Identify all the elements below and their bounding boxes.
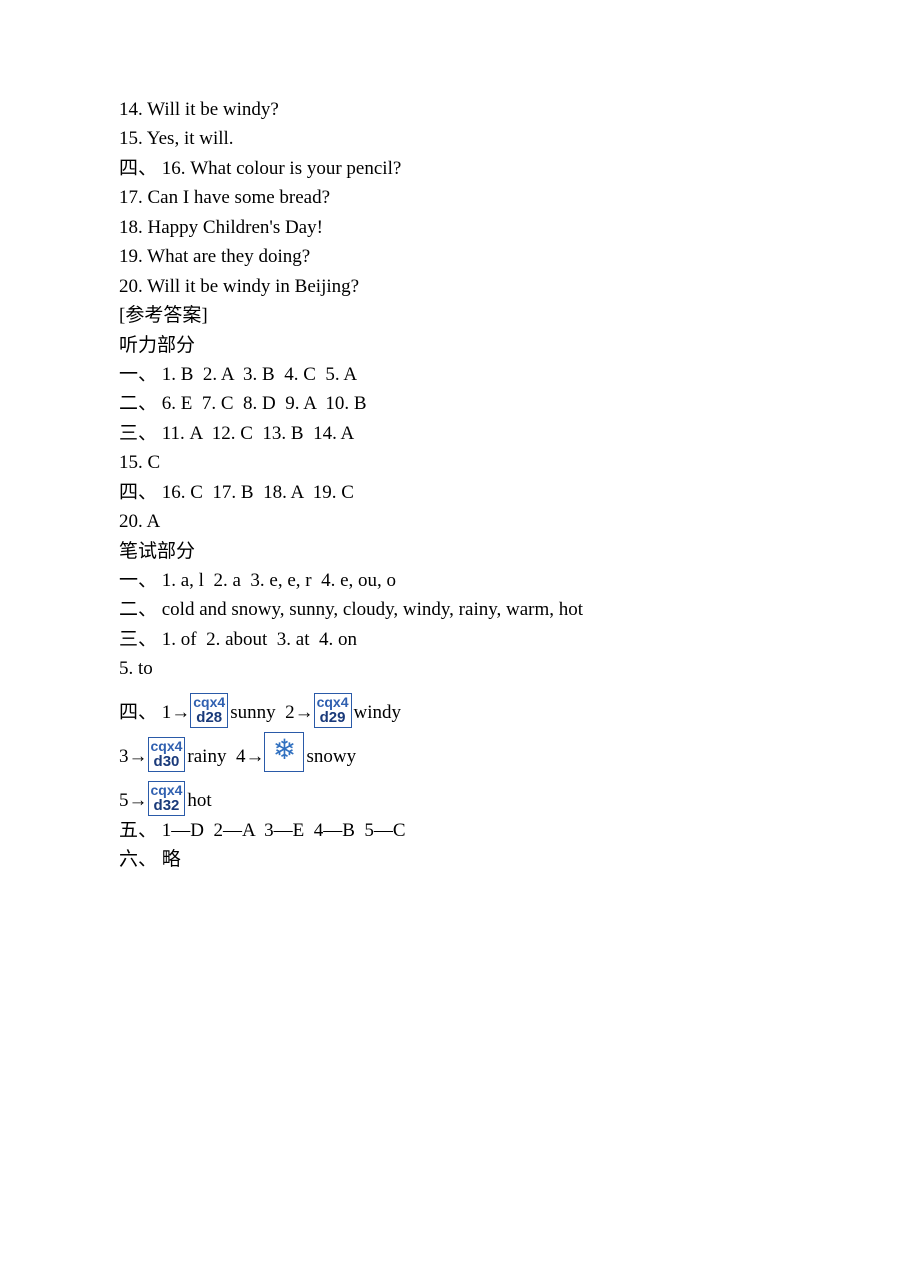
- listening-4: 四、 16. C 17. B 18. A 19. C: [119, 478, 920, 507]
- listening-3b: 15. C: [119, 448, 920, 477]
- placeholder-top: cqx4: [149, 739, 185, 754]
- written-3b: 5. to: [119, 654, 920, 683]
- line-18: 18. Happy Children's Day!: [119, 213, 920, 242]
- written-header: 笔试部分: [119, 537, 920, 566]
- placeholder-icon-d32: cqx4 d32: [148, 781, 186, 815]
- written-6: 六、 略: [119, 845, 920, 874]
- written-2: 二、 cold and snowy, sunny, cloudy, windy,…: [119, 595, 920, 624]
- listening-1: 一、 1. B 2. A 3. B 4. C 5. A: [119, 360, 920, 389]
- line-15: 15. Yes, it will.: [119, 124, 920, 153]
- written-4-end2: snowy: [306, 742, 356, 771]
- line-19: 19. What are they doing?: [119, 242, 920, 271]
- snowflake-icon: ❄: [264, 732, 304, 772]
- placeholder-top: cqx4: [149, 783, 185, 798]
- written-4-row2: 3→ cqx4 d30 rainy 4→ ❄ snowy: [119, 732, 920, 772]
- placeholder-icon-d28: cqx4 d28: [190, 693, 228, 727]
- line-17: 17. Can I have some bread?: [119, 183, 920, 212]
- listening-header: 听力部分: [119, 331, 920, 360]
- line-14: 14. Will it be windy?: [119, 95, 920, 124]
- placeholder-bot: d29: [315, 710, 351, 726]
- written-4-end3: hot: [187, 786, 211, 815]
- written-4-prefix: 四、 1→: [119, 698, 190, 727]
- placeholder-bot: d30: [149, 754, 185, 770]
- written-4-row1: 四、 1→ cqx4 d28 sunny 2→ cqx4 d29 windy: [119, 688, 920, 728]
- written-4-prefix2: 3→: [119, 742, 148, 771]
- placeholder-top: cqx4: [315, 695, 351, 710]
- line-20: 20. Will it be windy in Beijing?: [119, 272, 920, 301]
- listening-3: 三、 11. A 12. C 13. B 14. A: [119, 419, 920, 448]
- placeholder-bot: d28: [191, 710, 227, 726]
- written-4-mid: sunny 2→: [230, 698, 313, 727]
- written-5: 五、 1—D 2—A 3—E 4—B 5—C: [119, 816, 920, 845]
- line-section4-16: 四、 16. What colour is your pencil?: [119, 154, 920, 183]
- written-4-prefix3: 5→: [119, 786, 148, 815]
- placeholder-icon-d30: cqx4 d30: [148, 737, 186, 771]
- listening-2: 二、 6. E 7. C 8. D 9. A 10. B: [119, 389, 920, 418]
- listening-4b: 20. A: [119, 507, 920, 536]
- placeholder-icon-d29: cqx4 d29: [314, 693, 352, 727]
- written-3: 三、 1. of 2. about 3. at 4. on: [119, 625, 920, 654]
- placeholder-top: cqx4: [191, 695, 227, 710]
- written-4-mid2: rainy 4→: [187, 742, 264, 771]
- placeholder-bot: d32: [149, 798, 185, 814]
- written-1: 一、 1. a, l 2. a 3. e, e, r 4. e, ou, o: [119, 566, 920, 595]
- written-4-row3: 5→ cqx4 d32 hot: [119, 776, 920, 816]
- answers-header: [参考答案]: [119, 301, 920, 330]
- written-4-end: windy: [354, 698, 402, 727]
